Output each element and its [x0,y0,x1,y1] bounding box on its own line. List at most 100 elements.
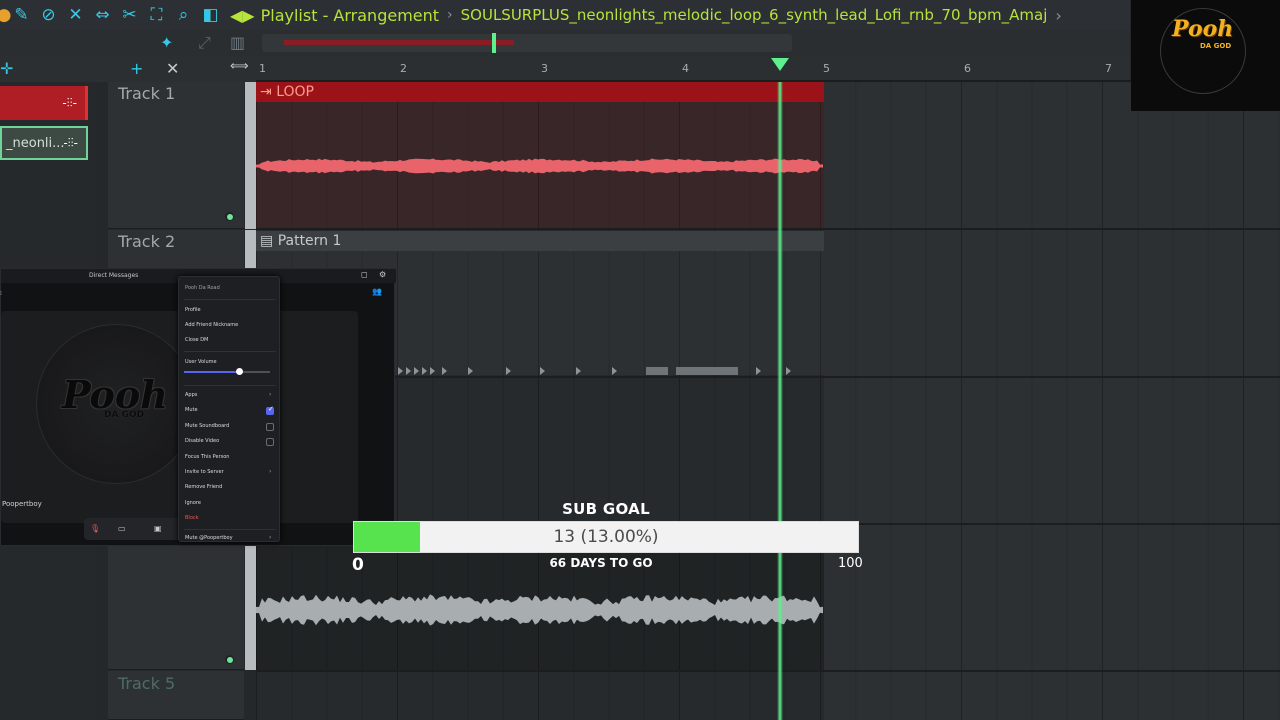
audio-waveform [256,594,823,626]
pattern-note-marker [506,367,511,375]
track-header-3[interactable] [108,545,244,670]
pattern-note-marker [756,367,761,375]
track-mute-led[interactable] [223,653,236,666]
clip-source-loop[interactable]: -⫶⫶- [0,86,88,120]
loop-clip-label: LOOP [276,84,314,100]
track-name: Track 2 [118,232,176,251]
menu-item-invite[interactable]: Invite to Server [185,469,224,475]
pattern-note-marker [468,367,473,375]
snap-icon[interactable]: ● [0,0,11,30]
disable-video-checkbox[interactable] [266,438,274,446]
stream-logo-text: Pooh [1172,16,1234,42]
link-icon[interactable]: ⤢ [198,33,211,53]
camera-icon[interactable]: ▭ [118,524,126,533]
track-color-strip[interactable] [245,545,256,670]
discord-title: Direct Messages [89,272,139,279]
chevron-right-icon: › [269,534,272,541]
track-color-strip[interactable] [245,82,256,229]
overview-position-handle[interactable] [492,33,496,53]
add-icon[interactable]: + [130,59,143,78]
user-volume-knob[interactable] [236,368,244,375]
mute-icon[interactable]: ✕ [62,0,89,30]
audio-clip-icon: -⫶⫶- [62,95,77,110]
slip-icon[interactable]: ⇔ [89,0,116,30]
sub-goal-bar: 13 (13.00%) [353,521,859,553]
bar-number: 2 [400,62,407,75]
fl-studio-window: ● ✎ ⊘ ✕ ⇔ ✂ ⛶ ⌕ ◧ ◀▶ Playlist - Arrangeme… [0,0,1280,720]
playback-icon[interactable]: ◧ [197,0,224,30]
bar-number: 4 [682,62,689,75]
discord-sidebar-label: ⁝ [0,290,2,297]
bar-number: 7 [1105,62,1112,75]
pattern-note-marker [422,367,427,375]
stream-logo-sub: DA GOD [1200,42,1232,50]
menu-item-mute[interactable]: Mute [185,407,198,413]
mic-muted-icon[interactable]: 🎙 [90,524,100,533]
timeline-ruler[interactable]: + ✕ ⟺ ✛ [0,56,1130,82]
screen-share-icon[interactable]: ▣ [154,524,162,533]
menu-item-profile[interactable]: Profile [185,307,201,313]
menu-item-remove-friend[interactable]: Remove Friend [185,484,222,490]
menu-item-focus[interactable]: Focus This Person [185,454,229,460]
sub-goal-title: SUB GOAL [562,500,650,518]
members-icon[interactable]: 👥 [372,287,382,296]
discord-context-menu: Pooh Da Road Profile Add Friend Nickname… [178,276,280,542]
clip-source-neonlights[interactable]: _neonli... -⫶⫶- [0,126,88,160]
menu-item-nickname[interactable]: Add Friend Nickname [185,322,238,328]
menu-item-mute-soundboard[interactable]: Mute Soundboard [185,423,229,429]
playlist-toolbar: ● ✎ ⊘ ✕ ⇔ ✂ ⛶ ⌕ ◧ ◀▶ Playlist - Arrangeme… [0,0,1130,30]
file-name: SOULSURPLUS_neonlights_melodic_loop_6_sy… [460,6,1048,24]
track-header-1[interactable]: Track 1 [108,82,244,229]
title-arrow-icon[interactable]: ◀▶ [230,6,255,25]
bar-number: 6 [964,62,971,75]
track-mute-led[interactable] [223,210,236,223]
pattern-note-marker [398,367,403,375]
loop-clip-header[interactable]: ⇥ LOOP [256,82,824,102]
mute-soundboard-checkbox[interactable] [266,423,274,431]
mute-checkbox[interactable] [266,405,274,415]
expand-icon[interactable]: ✛ [0,59,13,78]
pattern-clip-label: Pattern 1 [277,233,342,249]
menu-item-disable-video[interactable]: Disable Video [185,438,219,444]
pattern-clip-header[interactable]: ▤ Pattern 1 [256,231,824,251]
settings-icon[interactable]: ⚙ [379,270,386,279]
pattern-note-marker [406,367,411,375]
caller-username: Poopertboy [2,500,42,508]
zoom-icon[interactable]: ⌕ [170,0,197,30]
pattern-note-marker [576,367,581,375]
avatar-logo-sub: DA GOD [104,410,145,420]
menu-item-ignore[interactable]: Ignore [185,500,201,506]
resize-icon[interactable]: ⟺ [230,59,249,74]
pattern-note-marker [442,367,447,375]
menu-item-close-dm[interactable]: Close DM [185,337,208,343]
menu-divider [184,385,276,386]
track-header-5[interactable]: Track 5 [108,671,244,720]
close-icon[interactable]: ✕ [166,59,179,78]
menu-item-block[interactable]: Block [185,515,199,521]
pattern-note-marker [430,367,435,375]
context-menu-header: Pooh Da Road [185,285,220,291]
clip-source-label: _neonli... [6,135,65,151]
piano-icon[interactable]: ▥ [230,33,245,52]
overview-clip-region [284,40,514,45]
audio-clip-icon: -⫶⫶- [63,135,78,150]
pattern-note-marker [540,367,545,375]
clip-arrow-icon: ⇥ [260,84,277,100]
waveform-icon[interactable]: ✦ [160,33,173,52]
paint-icon[interactable]: ✎ [8,0,35,30]
waveform-path [256,158,823,174]
waveform-path [256,594,823,626]
popout-icon[interactable]: ◻ [361,270,368,279]
playhead-marker-icon[interactable] [771,58,789,71]
bar-number: 5 [823,62,830,75]
playlist-title-text: Playlist - Arrangement [260,5,440,25]
bar-number: 1 [259,62,266,75]
call-controls: 🎙 ▭ ▣ [84,518,180,540]
delete-icon[interactable]: ⊘ [35,0,62,30]
track-color-strip[interactable] [245,230,256,270]
menu-item-mute-user[interactable]: Mute @Poopertboy [185,535,233,541]
slice-icon[interactable]: ✂ [116,0,143,30]
menu-item-apps[interactable]: Apps [185,392,197,398]
select-icon[interactable]: ⛶ [143,0,170,30]
pattern-note-block [676,367,698,375]
